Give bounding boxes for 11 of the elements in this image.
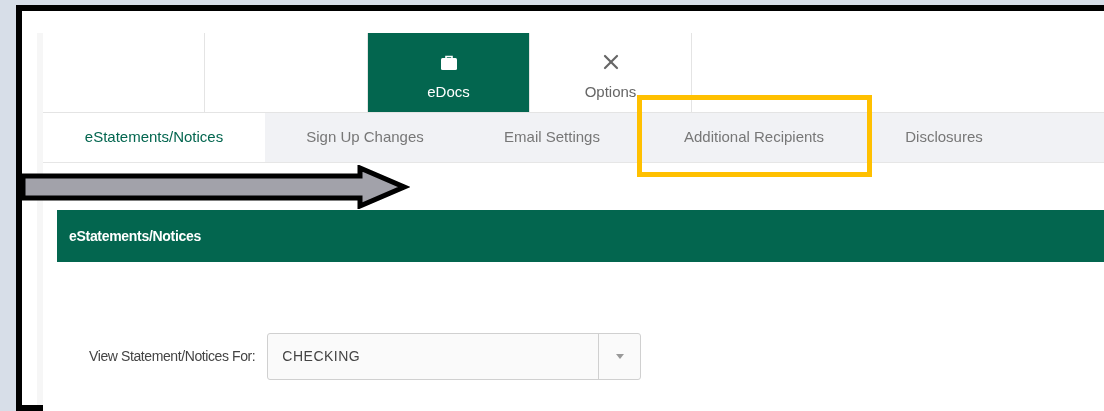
field-label: View Statement/Notices For: <box>89 347 256 366</box>
sub-tab[interactable]: Sign Up Changes <box>265 113 465 162</box>
nav-tab[interactable]: eDocs <box>368 33 530 112</box>
caret-icon <box>615 354 624 359</box>
panel-title: eStatements/Notices <box>69 226 202 246</box>
account-select[interactable]: CHECKING <box>267 333 642 380</box>
sub-tab[interactable]: Email Settings <box>465 113 639 162</box>
sub-tab[interactable]: eStatements/Notices <box>43 113 265 162</box>
briefcase-icon <box>439 54 458 71</box>
sub-tab[interactable]: Additional Recipients <box>639 113 869 162</box>
sub-tab[interactable]: Disclosures <box>869 113 1019 162</box>
